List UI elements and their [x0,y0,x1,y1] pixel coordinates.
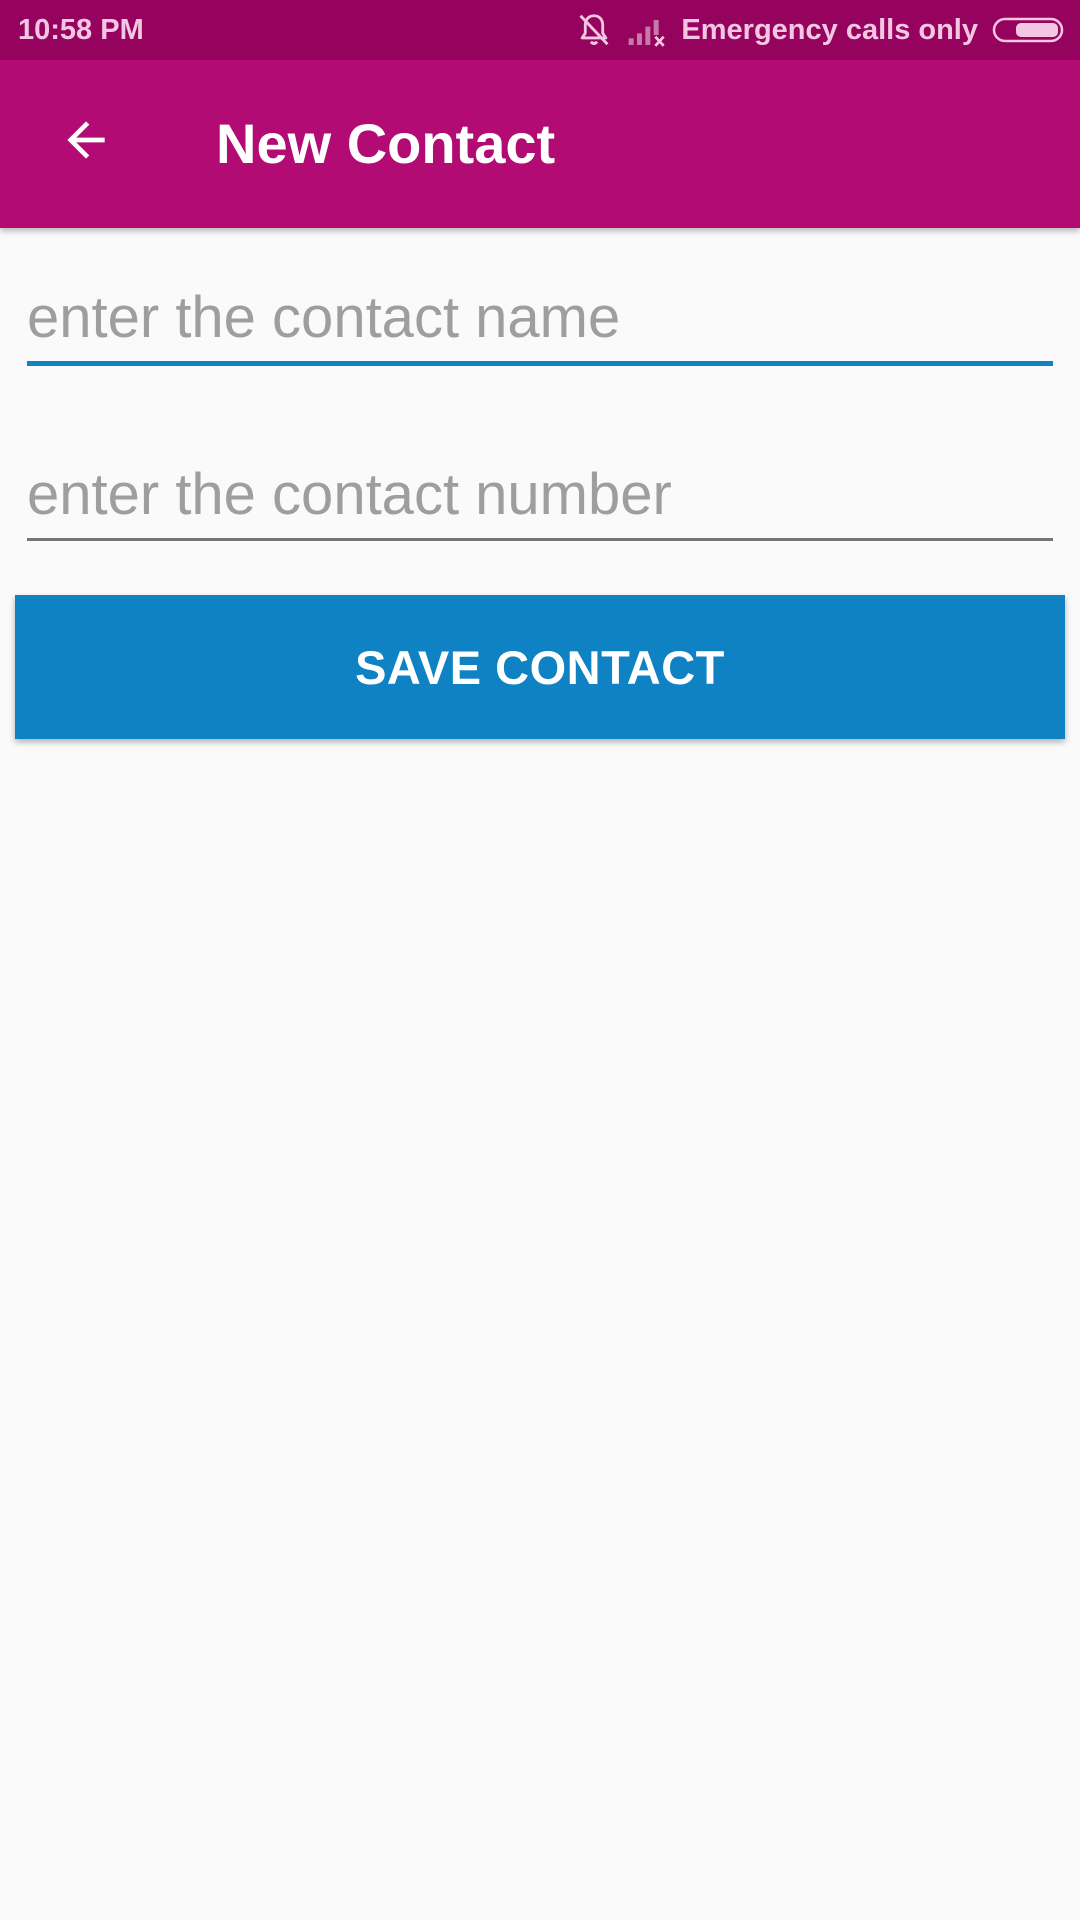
no-signal-icon [627,13,667,47]
alarm-off-icon [575,11,613,49]
contact-number-field [27,455,1053,541]
status-bar: 10:58 PM Emergency calls only [0,0,1080,60]
back-button[interactable] [44,100,128,184]
app-bar: New Contact [0,60,1080,228]
page-title: New Contact [216,112,556,175]
contact-number-input[interactable] [27,455,1053,535]
contact-name-input[interactable] [27,278,1053,358]
name-field-underline [27,361,1053,366]
status-time: 10:58 PM [18,14,144,46]
battery-icon [992,16,1066,44]
number-field-underline [27,538,1053,541]
status-icons: Emergency calls only [575,0,1066,60]
contact-name-field [27,278,1053,366]
status-carrier: Emergency calls only [681,14,978,46]
arrow-left-icon [58,112,114,173]
save-contact-button[interactable]: SAVE CONTACT [15,595,1065,739]
